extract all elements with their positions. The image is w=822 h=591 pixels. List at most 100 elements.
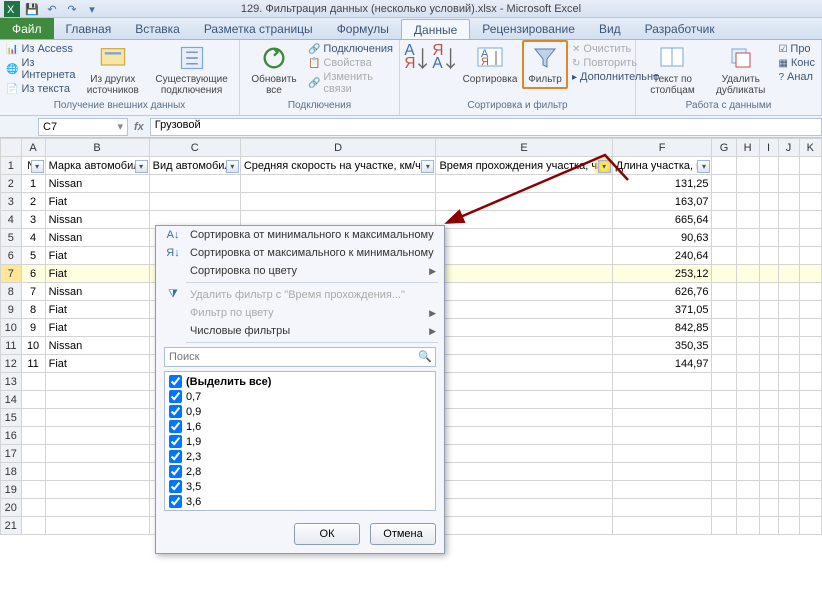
cell-empty[interactable] <box>759 517 778 535</box>
cell-empty[interactable] <box>436 373 612 391</box>
cell-A8[interactable]: 7 <box>21 283 45 301</box>
tab-layout[interactable]: Разметка страницы <box>192 18 325 39</box>
cell-empty[interactable] <box>736 229 759 247</box>
cell-empty[interactable] <box>799 427 821 445</box>
cell-empty[interactable] <box>612 445 712 463</box>
col-header-D[interactable]: D <box>240 139 436 157</box>
cell-empty[interactable] <box>736 337 759 355</box>
row-header-11[interactable]: 11 <box>1 337 22 355</box>
row-header-4[interactable]: 4 <box>1 211 22 229</box>
cell-empty[interactable] <box>799 229 821 247</box>
cell-A6[interactable]: 5 <box>21 247 45 265</box>
cell-empty[interactable] <box>759 211 778 229</box>
cell-F5[interactable]: 90,63 <box>612 229 712 247</box>
undo-icon[interactable]: ↶ <box>44 1 60 17</box>
cell-empty[interactable] <box>799 301 821 319</box>
col-header-A[interactable]: A <box>21 139 45 157</box>
sort-button[interactable]: АЯСортировка <box>462 42 518 87</box>
row-header-18[interactable]: 18 <box>1 463 22 481</box>
cell-empty[interactable] <box>712 283 736 301</box>
filter-search-input[interactable] <box>164 347 436 367</box>
checkbox-value[interactable] <box>169 480 182 493</box>
cell-empty[interactable] <box>736 265 759 283</box>
cell-B4[interactable]: Nissan <box>45 211 149 229</box>
cell-empty[interactable] <box>736 283 759 301</box>
cell-empty[interactable] <box>736 247 759 265</box>
ok-button[interactable]: ОК <box>294 523 360 545</box>
fx-icon[interactable]: fx <box>134 121 144 133</box>
cell-empty[interactable] <box>778 445 799 463</box>
filter-value-item[interactable]: 1,9 <box>167 434 433 449</box>
cell-empty[interactable] <box>759 355 778 373</box>
tab-dev[interactable]: Разработчик <box>633 18 727 39</box>
cell-C2[interactable] <box>149 175 240 193</box>
cell-empty[interactable] <box>45 517 149 535</box>
cell-E5[interactable] <box>436 229 612 247</box>
cell-empty[interactable] <box>778 427 799 445</box>
cell-empty[interactable] <box>712 157 736 175</box>
properties-button[interactable]: 📋 Свойства <box>308 56 393 70</box>
cell-F3[interactable]: 163,07 <box>612 193 712 211</box>
cell-empty[interactable] <box>759 175 778 193</box>
cell-empty[interactable] <box>778 499 799 517</box>
cell-B5[interactable]: Nissan <box>45 229 149 247</box>
cell-empty[interactable] <box>436 463 612 481</box>
tab-insert[interactable]: Вставка <box>123 18 192 39</box>
cell-empty[interactable] <box>21 409 45 427</box>
number-filters-item[interactable]: Числовые фильтры ▶ <box>156 322 444 340</box>
row-header-7[interactable]: 7 <box>1 265 22 283</box>
from-web-button[interactable]: 🌐 Из Интернета <box>6 56 75 82</box>
sort-za-button[interactable]: ЯА <box>434 42 456 74</box>
cell-empty[interactable] <box>799 445 821 463</box>
cell-empty[interactable] <box>736 517 759 535</box>
cell-empty[interactable] <box>45 445 149 463</box>
cell-A11[interactable]: 10 <box>21 337 45 355</box>
filter-value-item[interactable]: 2,8 <box>167 464 433 479</box>
checkbox-all[interactable] <box>169 375 182 388</box>
cell-empty[interactable] <box>736 211 759 229</box>
cell-empty[interactable] <box>778 157 799 175</box>
filter-button[interactable]: Фильтр <box>524 42 566 87</box>
cell-empty[interactable] <box>799 391 821 409</box>
row-header-12[interactable]: 12 <box>1 355 22 373</box>
cell-empty[interactable] <box>712 409 736 427</box>
cell-empty[interactable] <box>778 463 799 481</box>
text-to-columns-button[interactable]: Текст по столбцам <box>642 42 703 98</box>
cell-empty[interactable] <box>759 427 778 445</box>
cell-empty[interactable] <box>712 175 736 193</box>
cell-empty[interactable] <box>799 175 821 193</box>
col-header-E[interactable]: E <box>436 139 612 157</box>
row-header-14[interactable]: 14 <box>1 391 22 409</box>
cell-empty[interactable] <box>759 283 778 301</box>
cell-E2[interactable] <box>436 175 612 193</box>
cell-A7[interactable]: 6 <box>21 265 45 283</box>
cell-empty[interactable] <box>612 391 712 409</box>
row-header-19[interactable]: 19 <box>1 481 22 499</box>
cell-empty[interactable] <box>612 481 712 499</box>
tab-view[interactable]: Вид <box>587 18 633 39</box>
remove-dup-button[interactable]: Удалить дубликаты <box>709 42 772 98</box>
cell-empty[interactable] <box>759 463 778 481</box>
cell-B11[interactable]: Nissan <box>45 337 149 355</box>
cell-empty[interactable] <box>21 517 45 535</box>
checkbox-value[interactable] <box>169 405 182 418</box>
checkbox-value[interactable] <box>169 465 182 478</box>
cell-empty[interactable] <box>736 355 759 373</box>
cell-empty[interactable] <box>736 193 759 211</box>
cell-empty[interactable] <box>759 337 778 355</box>
cell-empty[interactable] <box>799 319 821 337</box>
col-header-B[interactable]: B <box>45 139 149 157</box>
cell-A4[interactable]: 3 <box>21 211 45 229</box>
cell-empty[interactable] <box>712 229 736 247</box>
data-validation-button[interactable]: ☑ Про <box>778 42 815 56</box>
cell-empty[interactable] <box>799 463 821 481</box>
name-box[interactable]: C7▾ <box>38 118 128 136</box>
cell-empty[interactable] <box>778 355 799 373</box>
cell-E10[interactable] <box>436 319 612 337</box>
cell-empty[interactable] <box>21 427 45 445</box>
cell-empty[interactable] <box>778 265 799 283</box>
cell-empty[interactable] <box>21 445 45 463</box>
cell-empty[interactable] <box>712 247 736 265</box>
cell-empty[interactable] <box>712 427 736 445</box>
cell-empty[interactable] <box>778 319 799 337</box>
